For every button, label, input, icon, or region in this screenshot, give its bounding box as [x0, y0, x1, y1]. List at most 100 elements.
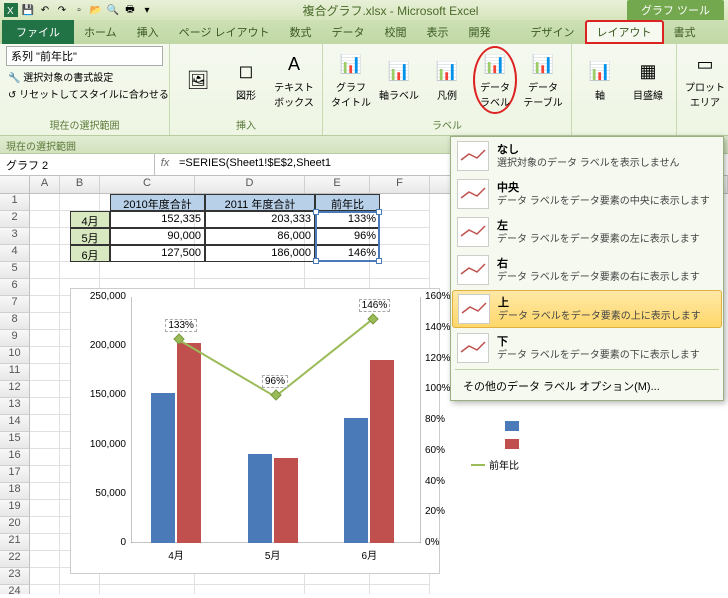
tab-view[interactable]: 表示 — [417, 20, 459, 44]
undo-icon[interactable]: ↶ — [38, 3, 52, 17]
cell-E5[interactable] — [305, 262, 370, 279]
row-header-11[interactable]: 11 — [0, 364, 30, 381]
tab-layout[interactable]: レイアウト — [585, 20, 664, 44]
excel-icon[interactable]: X — [4, 3, 18, 17]
bar-2011年度合計[interactable] — [274, 458, 298, 543]
chart-title-button[interactable]: 📊グラフ タイトル — [329, 46, 373, 114]
tab-format[interactable]: 書式 — [664, 20, 706, 44]
plot-area-button[interactable]: ▭プロット エリア — [683, 46, 727, 114]
chart-element-selector[interactable]: 系列 "前年比" — [6, 46, 163, 66]
dd-item-right[interactable]: 右データ ラベルをデータ要素の右に表示します — [451, 251, 723, 289]
cell-A8[interactable] — [30, 313, 60, 330]
cell-F24[interactable] — [370, 585, 430, 594]
bar-2010年度合計[interactable] — [344, 418, 368, 543]
legend-button[interactable]: 📊凡例 — [425, 46, 469, 114]
new-icon[interactable]: ▫ — [72, 3, 86, 17]
dd-item-none[interactable]: なし選択対象のデータ ラベルを表示しません — [451, 137, 723, 175]
row-header-22[interactable]: 22 — [0, 551, 30, 568]
tab-home[interactable]: ホーム — [74, 20, 127, 44]
redo-icon[interactable]: ↷ — [55, 3, 69, 17]
tab-developer[interactable]: 開発 — [459, 20, 501, 44]
cell-A1[interactable] — [30, 194, 60, 211]
cell-A14[interactable] — [30, 415, 60, 432]
tab-data[interactable]: データ — [322, 20, 375, 44]
picture-button[interactable]: 🖼 — [176, 46, 220, 114]
row-header-13[interactable]: 13 — [0, 398, 30, 415]
format-selection[interactable]: 🔧 選択対象の書式設定 — [6, 68, 163, 85]
preview-icon[interactable]: 🔍 — [106, 3, 120, 17]
cell-D24[interactable] — [195, 585, 305, 594]
tab-file[interactable]: ファイル — [2, 20, 74, 44]
cell-A11[interactable] — [30, 364, 60, 381]
shapes-button[interactable]: ◻図形 — [224, 46, 268, 114]
axis-title-button[interactable]: 📊軸ラベル — [377, 46, 421, 114]
bar-2011年度合計[interactable] — [177, 343, 201, 543]
row-header-21[interactable]: 21 — [0, 534, 30, 551]
col-header-B[interactable]: B — [60, 176, 100, 193]
cell-A12[interactable] — [30, 381, 60, 398]
cell-B5[interactable] — [60, 262, 100, 279]
row-header-20[interactable]: 20 — [0, 517, 30, 534]
bar-2010年度合計[interactable] — [248, 454, 272, 543]
save-icon[interactable]: 💾 — [21, 3, 35, 17]
cell-E24[interactable] — [305, 585, 370, 594]
tab-formulas[interactable]: 数式 — [280, 20, 322, 44]
row-header-14[interactable]: 14 — [0, 415, 30, 432]
row-header-17[interactable]: 17 — [0, 466, 30, 483]
cell-A16[interactable] — [30, 449, 60, 466]
row-header-19[interactable]: 19 — [0, 500, 30, 517]
print-icon[interactable]: 🖶 — [123, 3, 137, 17]
cell-A7[interactable] — [30, 296, 60, 313]
data-table-button[interactable]: 📊データ テーブル — [521, 46, 565, 114]
chart[interactable]: 050,000100,000150,000200,000250,0000%20%… — [70, 288, 440, 574]
row-header-5[interactable]: 5 — [0, 262, 30, 279]
cell-D5[interactable] — [195, 262, 305, 279]
dd-item-center[interactable]: 中央データ ラベルをデータ要素の中央に表示します — [451, 175, 723, 213]
data-labels-button[interactable]: 📊データ ラベル — [473, 46, 517, 114]
cell-A20[interactable] — [30, 517, 60, 534]
plot-area[interactable]: 133% 96% 146% — [131, 297, 421, 543]
fx-icon[interactable]: fx — [155, 154, 175, 175]
row-header-16[interactable]: 16 — [0, 449, 30, 466]
bar-2011年度合計[interactable] — [370, 360, 394, 543]
tab-design[interactable]: デザイン — [521, 20, 585, 44]
col-header-A[interactable]: A — [30, 176, 60, 193]
select-all-corner[interactable] — [0, 176, 30, 193]
data-label[interactable]: 96% — [262, 375, 288, 388]
cell-B24[interactable] — [60, 585, 100, 594]
cell-A15[interactable] — [30, 432, 60, 449]
row-header-23[interactable]: 23 — [0, 568, 30, 585]
row-header-1[interactable]: 1 — [0, 194, 30, 211]
row-header-18[interactable]: 18 — [0, 483, 30, 500]
row-header-4[interactable]: 4 — [0, 245, 30, 262]
row-header-2[interactable]: 2 — [0, 211, 30, 228]
row-header-10[interactable]: 10 — [0, 347, 30, 364]
cell-C5[interactable] — [100, 262, 195, 279]
row-header-9[interactable]: 9 — [0, 330, 30, 347]
row-header-7[interactable]: 7 — [0, 296, 30, 313]
bar-2010年度合計[interactable] — [151, 393, 175, 543]
row-header-3[interactable]: 3 — [0, 228, 30, 245]
textbox-button[interactable]: Aテキスト ボックス — [272, 46, 316, 114]
open-icon[interactable]: 📂 — [89, 3, 103, 17]
data-label[interactable]: 133% — [165, 319, 197, 332]
tab-review[interactable]: 校閲 — [375, 20, 417, 44]
col-header-D[interactable]: D — [195, 176, 305, 193]
more-data-label-options[interactable]: その他のデータ ラベル オプション(M)... — [451, 372, 723, 400]
cell-A4[interactable] — [30, 245, 60, 262]
cell-A9[interactable] — [30, 330, 60, 347]
cell-A17[interactable] — [30, 466, 60, 483]
row-header-6[interactable]: 6 — [0, 279, 30, 296]
cell-A6[interactable] — [30, 279, 60, 296]
cell-A24[interactable] — [30, 585, 60, 594]
dd-item-below[interactable]: 下データ ラベルをデータ要素の下に表示します — [451, 329, 723, 367]
cell-A21[interactable] — [30, 534, 60, 551]
tab-insert[interactable]: 挿入 — [127, 20, 169, 44]
cell-A22[interactable] — [30, 551, 60, 568]
cell-C24[interactable] — [100, 585, 195, 594]
cell-A2[interactable] — [30, 211, 60, 228]
cell-A13[interactable] — [30, 398, 60, 415]
data-label[interactable]: 146% — [359, 299, 391, 312]
cell-A23[interactable] — [30, 568, 60, 585]
gridlines-button[interactable]: ▦目盛線 — [626, 46, 670, 114]
